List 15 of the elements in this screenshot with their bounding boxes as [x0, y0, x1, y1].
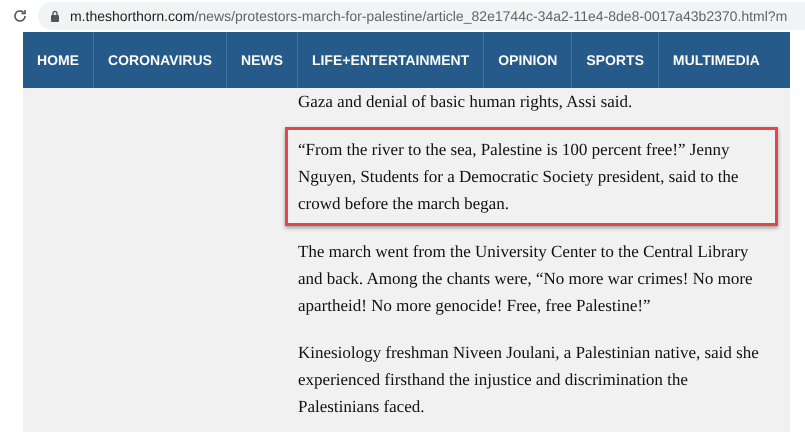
lock-icon — [50, 10, 60, 22]
nav-link[interactable]: CORONAVIRUS — [93, 32, 226, 88]
paragraph: “From the river to the sea, Palestine is 100 percent free!” Jenny Nguyen, Students for a Democratic Society president, said to the crowd before the march began. — [298, 139, 740, 215]
nav-link[interactable]: LIFE+ENTERTAINMENT — [296, 32, 484, 88]
nav-link[interactable]: NEWS — [226, 32, 297, 88]
paragraph: Kinesiology freshman Niveen Joulani, a Palestinian native, said she experienced firsthand the injustice and discrimination the Palestinians faced. — [298, 342, 760, 418]
nav-link[interactable]: MULTIMEDIA — [658, 32, 774, 88]
reload-icon[interactable] — [12, 8, 28, 24]
nav-link[interactable]: OPINION — [483, 32, 572, 88]
nav-link[interactable]: SPORTS — [571, 32, 658, 88]
url-text: m.theshorthorn.com/news/protestors-march-for-palestine/article_82e1744c-34a2-11e4-8de8-0017a43b2370.html?m — [70, 6, 788, 26]
paragraph: The march went from the University Center to the Central Library and back. Among the chants were, “No more war crimes! No more apartheid! No more genocide! Free, free Palestine!” — [298, 241, 754, 317]
nav-link[interactable]: HOME — [23, 32, 93, 88]
paragraph: Gaza and denial of basic human rights, Assi said. — [298, 91, 634, 113]
address-field[interactable]: m.theshorthorn.com/news/protestors-march-for-palestine/article_82e1744c-34a2-11e4-8de8-0017a43b2370.html?m — [38, 2, 805, 30]
